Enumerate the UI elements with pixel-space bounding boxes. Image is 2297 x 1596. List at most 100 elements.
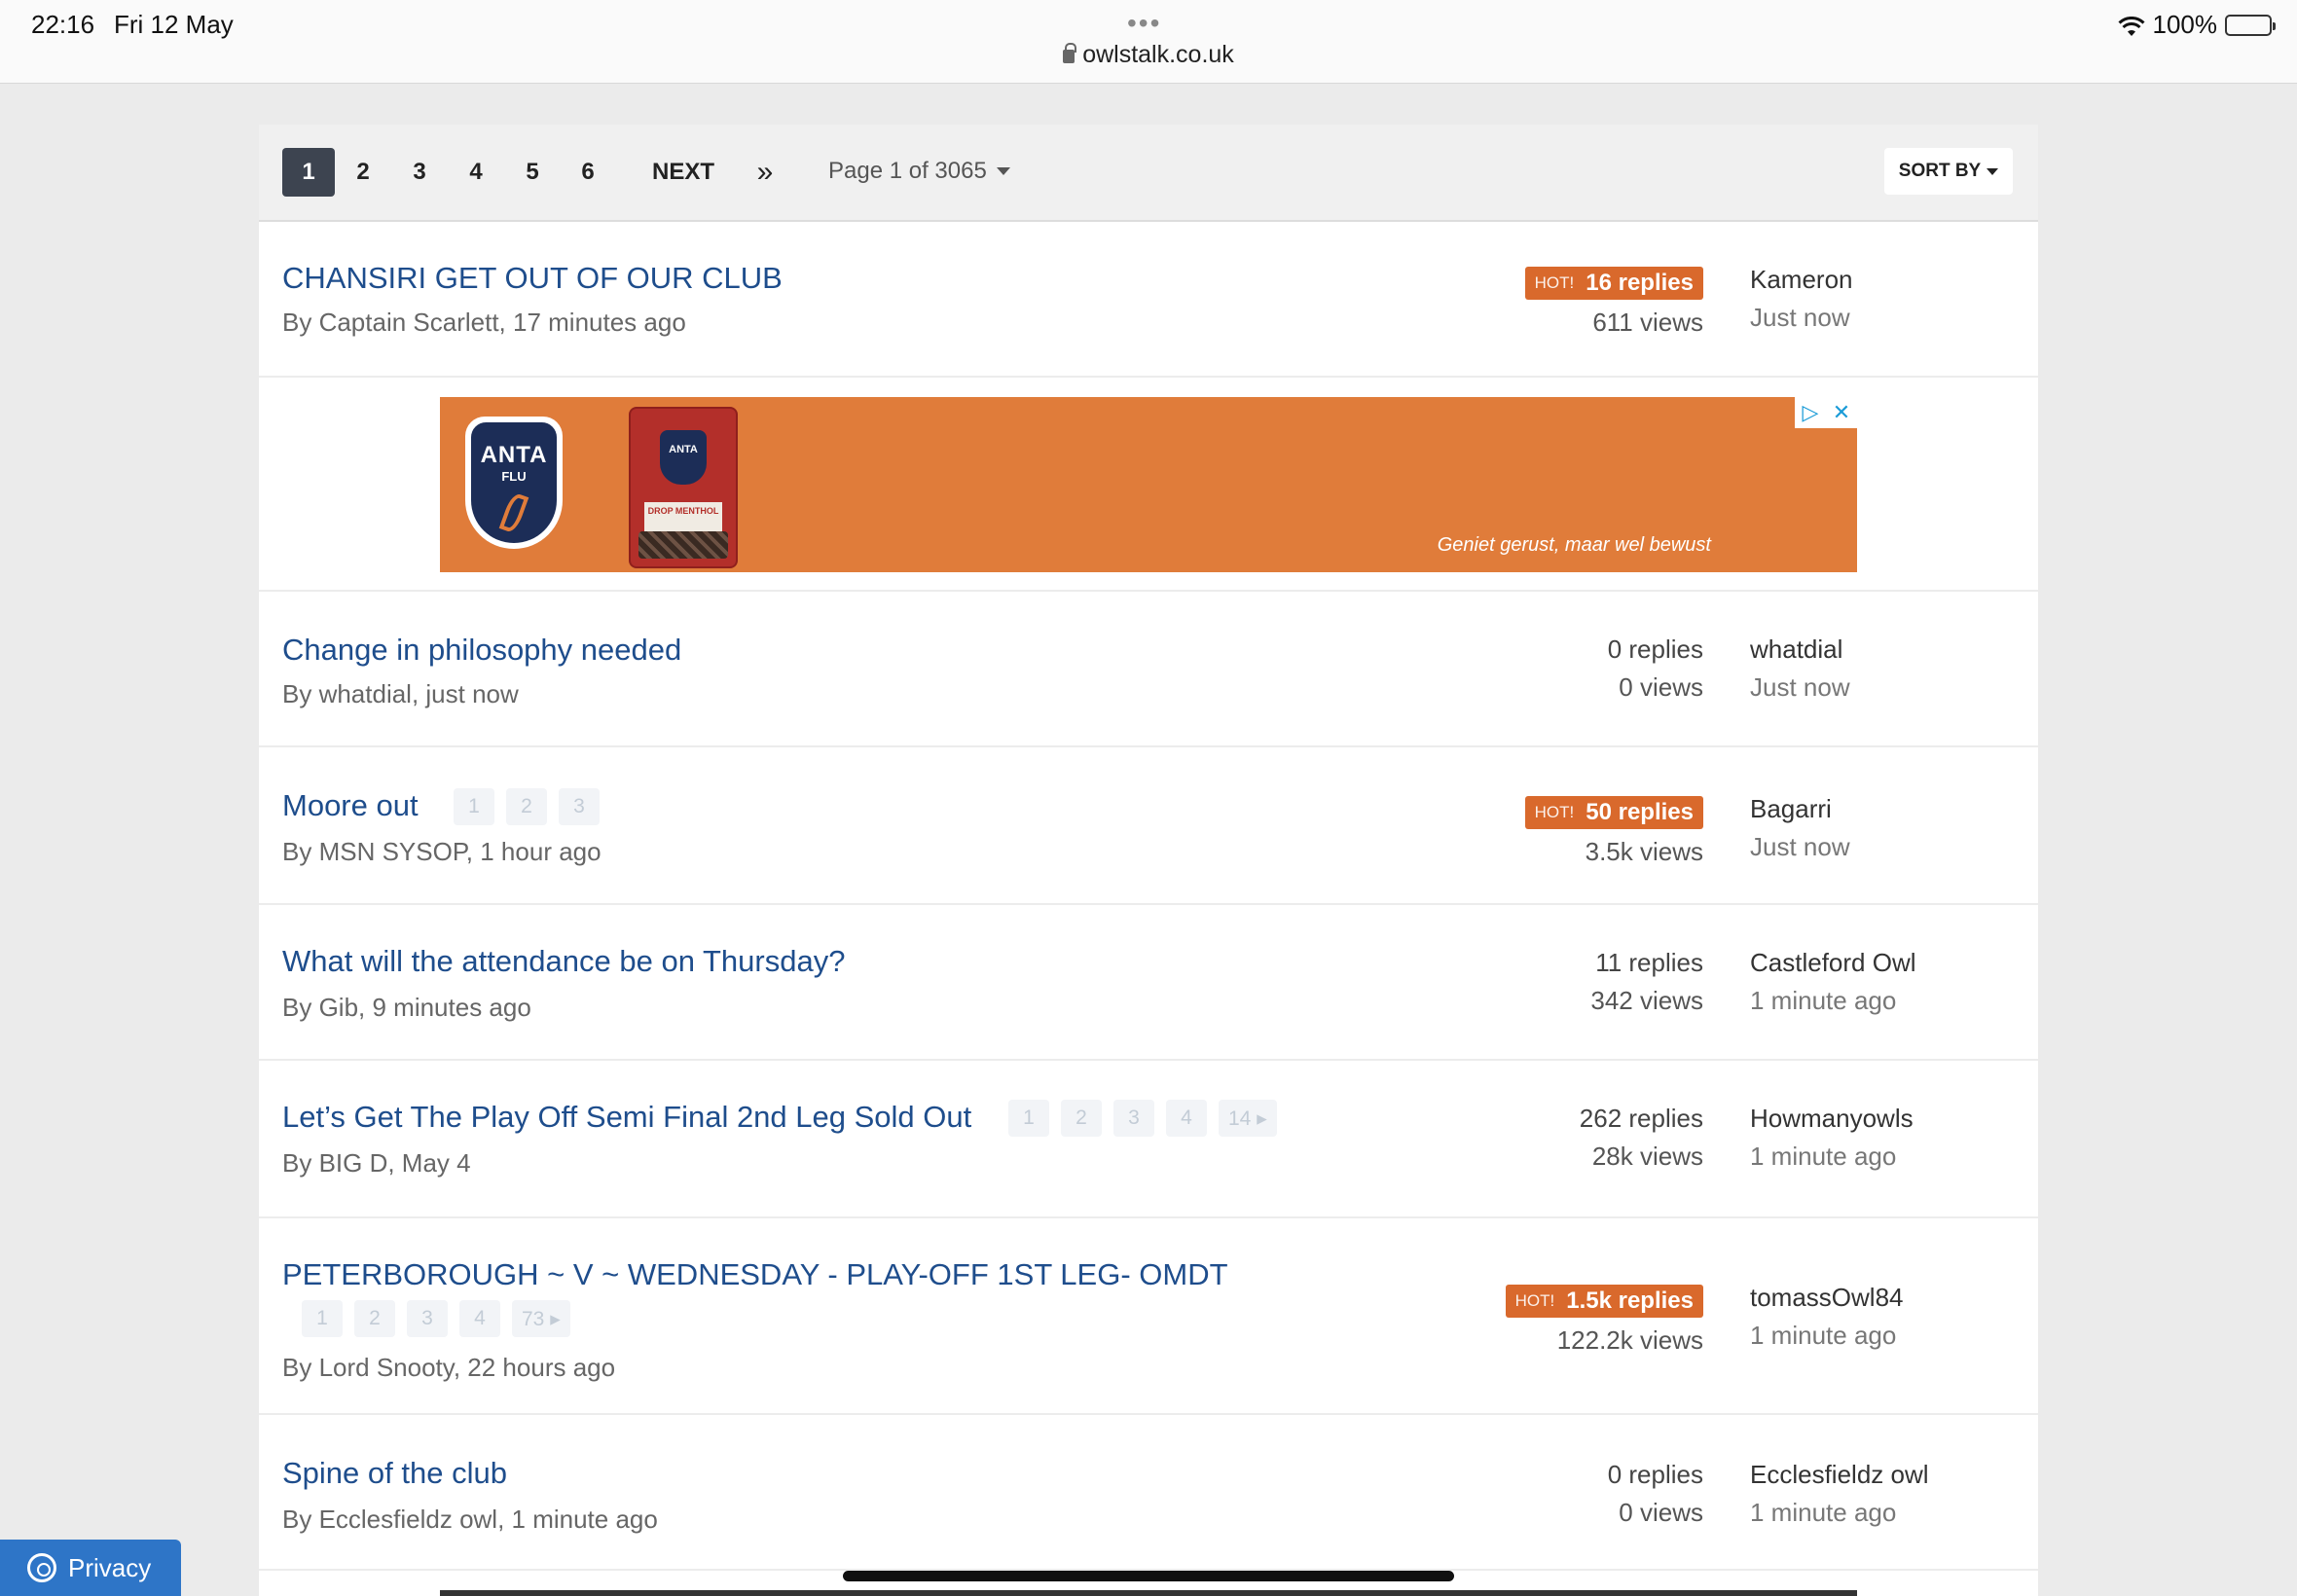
topic-page-links: 1 2 3 4 73 ▸ <box>302 1300 570 1337</box>
topic-page-link[interactable]: 3 <box>1113 1100 1154 1137</box>
topic-list-panel: 1 2 3 4 5 6 NEXT » Page 1 of 3065 SORT B… <box>259 125 2038 1596</box>
last-post-time[interactable]: 1 minute ago <box>1750 1142 1914 1172</box>
battery-percent: 100% <box>2152 10 2218 39</box>
status-time: 22:16 <box>31 10 95 39</box>
hot-badge: HOT! 50 replies <box>1524 796 1703 829</box>
topic-stats: HOT! 16 replies 611 views <box>1524 265 1703 338</box>
topic-views: 0 views <box>1619 1498 1703 1527</box>
last-post-time[interactable]: 1 minute ago <box>1750 1498 1929 1528</box>
topic-byline: By Captain Scarlett, 17 minutes ago <box>282 308 686 337</box>
topic-row: Spine of the club By Ecclesfieldz owl, 1… <box>259 1415 2038 1571</box>
topic-views: 0 views <box>1619 672 1703 702</box>
topic-replies: 0 replies <box>1607 1460 1703 1489</box>
topic-views: 611 views <box>1592 308 1703 337</box>
ad-brand-logo: ANTA FLU <box>465 417 563 549</box>
last-poster-link[interactable]: Howmanyowls <box>1750 1104 1914 1134</box>
topic-views: 342 views <box>1590 986 1703 1015</box>
page-4-button[interactable]: 4 <box>452 148 500 197</box>
last-poster-link[interactable]: Ecclesfieldz owl <box>1750 1460 1929 1490</box>
next-ad-edge <box>440 1590 1857 1596</box>
page-5-button[interactable]: 5 <box>508 148 557 197</box>
ad-tagline: Geniet gerust, maar wel bewust <box>1437 534 1711 556</box>
topic-title-link[interactable]: Let’s Get The Play Off Semi Final 2nd Le… <box>282 1100 971 1135</box>
url-text: owlstalk.co.uk <box>1082 41 1234 68</box>
privacy-settings-button[interactable]: Privacy <box>0 1540 181 1596</box>
sort-by-button[interactable]: SORT BY <box>1884 148 2013 195</box>
last-poster-link[interactable]: whatdial <box>1750 635 1850 665</box>
last-poster-link[interactable]: tomassOwl84 <box>1750 1283 1904 1313</box>
wifi-icon <box>2117 15 2145 36</box>
topic-byline: By Ecclesfieldz owl, 1 minute ago <box>282 1505 658 1534</box>
ad-controls: ▷ ✕ <box>1795 397 1857 428</box>
topic-title-link[interactable]: What will the attendance be on Thursday? <box>282 944 845 979</box>
last-post-info: Howmanyowls 1 minute ago <box>1750 1104 1914 1172</box>
last-post-info: Kameron Just now <box>1750 265 1853 333</box>
topic-replies: 11 replies <box>1595 948 1703 977</box>
hot-badge: HOT! 1.5k replies <box>1505 1285 1703 1318</box>
topic-page-link[interactable]: 1 <box>302 1300 343 1337</box>
topic-page-link[interactable]: 1 <box>454 788 494 825</box>
topic-page-link[interactable]: 2 <box>506 788 547 825</box>
topic-page-link[interactable]: 3 <box>559 788 600 825</box>
topic-row: Moore out 1 2 3 By MSN SYSOP, 1 hour ago… <box>259 747 2038 905</box>
topic-page-link[interactable]: 1 <box>1008 1100 1049 1137</box>
topic-byline: By Lord Snooty, 22 hours ago <box>282 1353 616 1382</box>
topic-title-link[interactable]: CHANSIRI GET OUT OF OUR CLUB <box>282 261 783 296</box>
topic-page-link[interactable]: 3 <box>407 1300 448 1337</box>
topic-page-link[interactable]: 73 ▸ <box>512 1300 570 1337</box>
topic-row: CHANSIRI GET OUT OF OUR CLUB By Captain … <box>259 222 2038 378</box>
last-post-time[interactable]: Just now <box>1750 832 1850 862</box>
battery-icon <box>2225 14 2276 36</box>
last-page-icon[interactable]: » <box>746 148 784 197</box>
topic-stats: HOT! 1.5k replies 122.2k views <box>1505 1283 1703 1356</box>
advertisement-banner[interactable]: ANTA FLU ANTA DROP MENTHOL Geniet gerust… <box>440 397 1857 572</box>
topic-page-link[interactable]: 14 ▸ <box>1219 1100 1277 1137</box>
page-info-text: Page 1 of 3065 <box>828 158 987 184</box>
page-1-button[interactable]: 1 <box>282 148 335 197</box>
topic-row: PETERBOROUGH ~ V ~ WEDNESDAY - PLAY-OFF … <box>259 1218 2038 1415</box>
next-page-button[interactable]: NEXT <box>625 148 742 197</box>
page-jump-dropdown[interactable]: Page 1 of 3065 <box>828 158 1010 185</box>
home-indicator[interactable] <box>843 1571 1454 1581</box>
topic-page-link[interactable]: 2 <box>1061 1100 1102 1137</box>
topic-byline: By BIG D, May 4 <box>282 1148 471 1178</box>
topic-byline: By Gib, 9 minutes ago <box>282 993 531 1022</box>
topic-title-link[interactable]: PETERBOROUGH ~ V ~ WEDNESDAY - PLAY-OFF … <box>282 1257 1228 1292</box>
topic-views: 3.5k views <box>1585 837 1703 866</box>
last-post-time[interactable]: Just now <box>1750 672 1850 703</box>
topic-row: What will the attendance be on Thursday?… <box>259 905 2038 1061</box>
lock-icon <box>1063 43 1077 63</box>
page-3-button[interactable]: 3 <box>395 148 444 197</box>
topic-page-links: 1 2 3 <box>454 788 600 825</box>
topic-page-link[interactable]: 4 <box>459 1300 500 1337</box>
topic-byline: By MSN SYSOP, 1 hour ago <box>282 837 602 866</box>
last-poster-link[interactable]: Bagarri <box>1750 794 1850 824</box>
last-post-time[interactable]: 1 minute ago <box>1750 986 1916 1016</box>
page-2-button[interactable]: 2 <box>339 148 387 197</box>
topic-title-link[interactable]: Change in philosophy needed <box>282 633 681 668</box>
topic-replies: 0 replies <box>1607 635 1703 664</box>
page-6-button[interactable]: 6 <box>564 148 612 197</box>
browser-status-bar: 22:16 Fri 12 May ••• owlstalk.co.uk 100% <box>0 0 2297 84</box>
topic-page-link[interactable]: 4 <box>1166 1100 1207 1137</box>
more-dots-icon[interactable]: ••• <box>1127 8 1161 39</box>
sort-by-label: SORT BY <box>1898 161 1982 181</box>
gear-icon <box>27 1553 56 1582</box>
adchoices-icon[interactable]: ▷ <box>1795 397 1826 428</box>
topic-page-link[interactable]: 2 <box>354 1300 395 1337</box>
last-post-info: tomassOwl84 1 minute ago <box>1750 1283 1904 1351</box>
topic-title-link[interactable]: Spine of the club <box>282 1456 507 1491</box>
hot-badge: HOT! 16 replies <box>1524 267 1703 300</box>
address-bar[interactable]: owlstalk.co.uk <box>1061 41 1236 69</box>
topic-stats: 0 replies 0 views <box>1608 1460 1703 1528</box>
last-post-time[interactable]: Just now <box>1750 303 1853 333</box>
last-post-time[interactable]: 1 minute ago <box>1750 1321 1904 1351</box>
last-poster-link[interactable]: Kameron <box>1750 265 1853 295</box>
topic-stats: 0 replies 0 views <box>1608 635 1703 703</box>
topic-stats: 11 replies 342 views <box>1590 948 1703 1016</box>
ad-close-icon[interactable]: ✕ <box>1826 397 1857 428</box>
last-post-info: whatdial Just now <box>1750 635 1850 703</box>
last-poster-link[interactable]: Castleford Owl <box>1750 948 1916 978</box>
leaf-icon <box>498 491 529 534</box>
topic-title-link[interactable]: Moore out <box>282 788 419 823</box>
